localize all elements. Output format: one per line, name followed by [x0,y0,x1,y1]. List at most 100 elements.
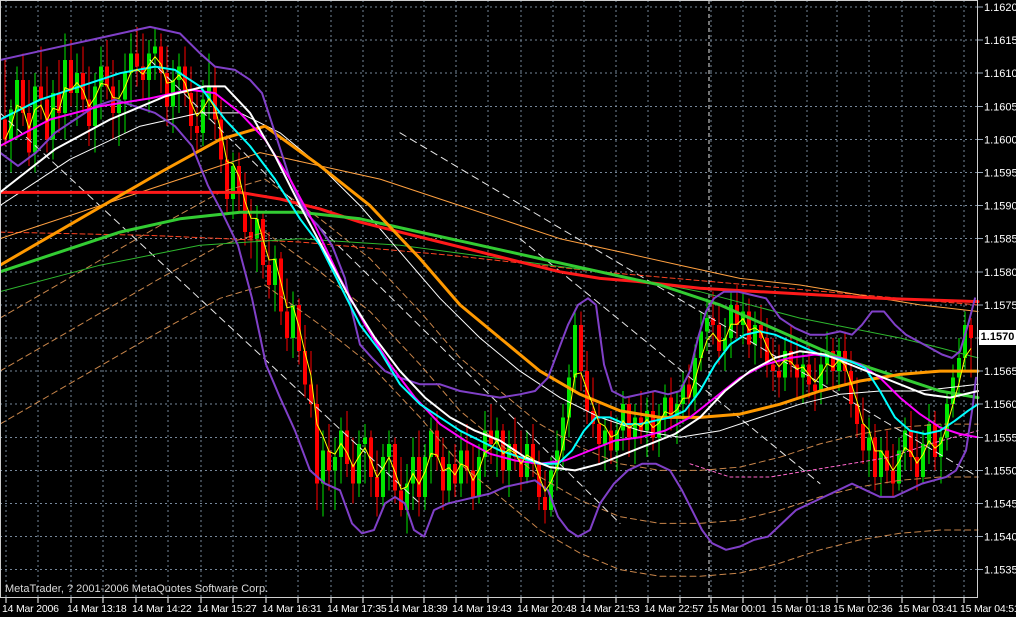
time-axis-label: 15 Mar 02:36 [833,603,893,615]
bear-candle-body [261,218,265,266]
price-axis-label: 1.1615 [984,35,1016,47]
price-axis-label: 1.1590 [984,201,1016,213]
bollinger-lower-band [0,98,977,551]
orange-fan-dash-2 [0,231,979,524]
bull-candle-body [819,364,823,391]
bear-candle-body [969,324,973,338]
bull-candle-body [621,404,625,431]
bear-candle-body [135,53,139,67]
plot-border [0,0,978,598]
price-axis-label: 1.1610 [984,68,1016,80]
bear-candle-body [441,457,445,491]
bear-candle-body [27,112,31,153]
bull-candle-body [273,258,277,286]
indicator-overlays [0,25,980,577]
bull-candle-body [231,165,235,199]
bear-candle-body [435,430,439,458]
price-axis-label: 1.1555 [984,432,1016,444]
time-axis-label: 15 Mar 01:18 [771,603,831,615]
bull-candle-body [693,357,697,398]
price-axis-label: 1.1575 [984,300,1016,312]
bull-candle-body [801,364,805,378]
bear-candle-body [597,424,601,444]
bull-candle-body [363,437,367,444]
bear-candle-body [687,384,691,398]
bull-candle-body [411,457,415,484]
price-axis-label: 1.1595 [984,168,1016,180]
time-axis-label: 15 Mar 03:41 [898,603,958,615]
metatrader-chart-window: 14 Mar 2006 14 Mar 13:18 14 Mar 14:22 14 Ma… [0,0,1016,617]
time-axis-label: 14 Mar 18:39 [388,603,448,615]
time-axis-label: 14 Mar 21:53 [580,603,640,615]
bear-candle-body [237,165,241,193]
price-axis-label: 1.1580 [984,267,1016,279]
price-axis-label: 1.1535 [984,565,1016,577]
time-axis-label: 15 Mar 00:01 [707,603,767,615]
bear-candle-body [285,311,289,338]
ma-orange-thin [0,152,979,312]
bear-candle-body [195,126,199,133]
bear-candle-body [717,324,721,352]
time-axis-label: 14 Mar 20:48 [517,603,577,615]
time-axis-label: 14 Mar 22:57 [644,603,704,615]
price-axis-label: 1.1620 [984,2,1016,14]
bull-candle-body [573,324,577,378]
price-axis[interactable]: 1.1620 1.1615 1.1610 1.1605 1.1600 1.1595 1.15… [978,2,1016,577]
price-axis-label: 1.1600 [984,134,1016,146]
bull-candle-body [957,357,961,378]
ma-magenta [0,88,979,465]
bull-candle-body [867,437,871,451]
bear-candle-body [579,324,583,372]
bull-candle-body [921,443,925,478]
bear-candle-body [735,304,739,325]
bear-candle-body [393,443,397,491]
grid-lines [0,0,978,598]
time-axis-label: 14 Mar 16:31 [262,603,322,615]
bear-candle-body [771,364,775,372]
time-axis-label: 14 Mar 15:27 [197,603,257,615]
time-axis[interactable]: 14 Mar 2006 14 Mar 13:18 14 Mar 14:22 14 Ma… [2,598,1016,615]
red-dashed-line [0,231,979,306]
bear-candle-body [795,364,799,378]
price-axis-label: 1.1550 [984,465,1016,477]
price-axis-label: 1.1545 [984,499,1016,511]
bear-candle-body [267,265,271,286]
price-axis-label: 1.1585 [984,234,1016,246]
bull-candle-body [333,457,337,471]
price-axis-label: 1.1560 [984,399,1016,411]
time-axis-label: 15 Mar 04:51 [960,603,1016,615]
time-axis-label: 14 Mar 17:35 [327,603,387,615]
time-axis-label: 14 Mar 2006 [2,603,59,615]
bear-candle-body [249,232,253,239]
bear-candle-body [543,496,547,511]
bull-candle-body [321,450,325,484]
bear-candle-body [777,371,781,378]
bull-candle-body [153,46,157,54]
time-axis-label: 14 Mar 14:22 [132,603,192,615]
bear-candle-body [417,457,421,497]
ma-white-thick [0,85,979,472]
price-axis-label: 1.1565 [984,366,1016,378]
bull-candle-body [357,443,361,484]
bull-candle-body [423,457,427,497]
time-axis-label: 14 Mar 19:43 [452,603,512,615]
bear-candle-body [861,424,865,451]
bear-candle-body [375,477,379,497]
bear-candle-body [327,450,331,471]
bull-candle-body [705,318,709,332]
bear-candle-body [39,86,43,100]
bull-candle-body [897,450,901,484]
current-price-tag: 1.1570 [979,330,1016,345]
bull-candle-body [63,59,67,113]
bear-candle-body [813,384,817,391]
bull-candle-body [33,86,37,153]
bear-candle-body [873,437,877,478]
chart-canvas[interactable]: 14 Mar 2006 14 Mar 13:18 14 Mar 14:22 14 Ma… [0,0,1016,617]
ma-green-thin [0,238,979,359]
bear-candle-body [891,470,895,484]
bull-candle-body [879,450,883,478]
bull-candle-body [633,417,637,438]
bull-candle-body [201,99,205,133]
bear-candle-body [909,430,913,458]
time-axis-label: 14 Mar 13:18 [67,603,127,615]
